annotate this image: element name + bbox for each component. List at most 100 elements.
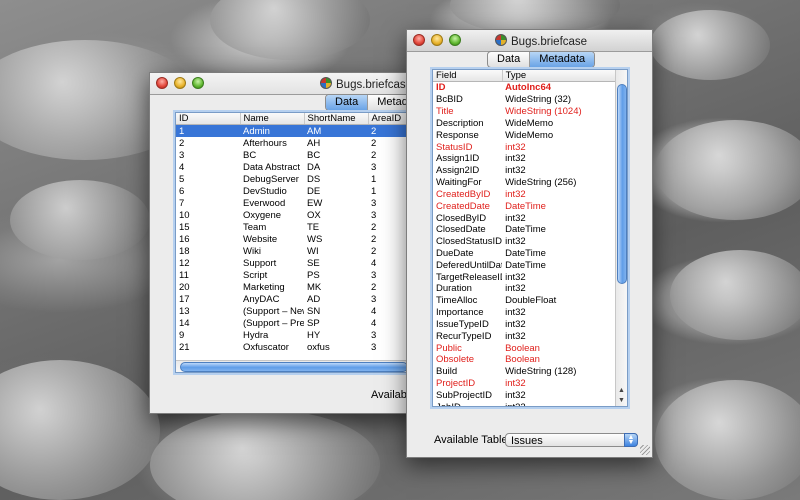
field-row[interactable]: ClosedByID int32 — [433, 212, 627, 224]
field-row[interactable]: Public Boolean — [433, 342, 627, 354]
window-title-text: Bugs.briefcase — [511, 36, 588, 48]
table-row[interactable]: 14(Support – Pre…SP4 — [176, 317, 416, 329]
table-row[interactable]: 3 BC BC 2 — [176, 149, 416, 161]
cell-name: DebugServer — [243, 173, 299, 185]
chevron-updown-icon: ▲ ▼ — [624, 433, 638, 447]
vertical-scrollbar[interactable]: ▲ ▼ — [615, 70, 627, 406]
minimize-button[interactable] — [174, 77, 186, 89]
table-row[interactable]: 11 Script PS 3 — [176, 269, 416, 281]
segment-data[interactable]: Data — [326, 95, 369, 110]
table-row[interactable]: 17 AnyDAC AD 3 — [176, 293, 416, 305]
close-button[interactable] — [156, 77, 168, 89]
column-header-shortname[interactable]: ShortName — [304, 113, 369, 125]
scroll-thumb[interactable] — [617, 84, 627, 284]
field-row[interactable]: SubProjectID int32 — [433, 390, 627, 402]
field-row[interactable]: JobIDint32 — [433, 401, 627, 406]
table-row[interactable]: 2 Afterhours AH 2 — [176, 137, 416, 149]
available-tables-label: Available Tables: — [434, 434, 517, 446]
field-row[interactable]: Build WideString (128) — [433, 366, 627, 378]
table-row[interactable]: 6 DevStudio DE 1 — [176, 185, 416, 197]
field-row[interactable]: ID AutoInc64 — [433, 82, 627, 94]
field-row[interactable]: RecurTypeID int32 — [433, 330, 627, 342]
zoom-button[interactable] — [192, 77, 204, 89]
cell-name: Website — [243, 233, 278, 245]
available-tables-popup[interactable]: Issues ▲ ▼ — [505, 433, 638, 447]
minimize-button[interactable] — [431, 34, 443, 46]
cell-type: WideMemo — [505, 117, 554, 129]
cell-name: Data Abstract — [243, 161, 301, 173]
field-row[interactable]: CreatedByID int32 — [433, 188, 627, 200]
segment-data[interactable]: Data — [488, 52, 531, 67]
data-table: ID Name ShortName AreaID 1 Admin AM 2 2 After… — [175, 112, 417, 373]
field-row[interactable]: Obsolete Boolean — [433, 354, 627, 366]
data-window-titlebar[interactable]: Bugs.briefcase — [150, 73, 420, 95]
table-row[interactable]: 21 Oxfuscator oxfus 3 — [176, 341, 416, 353]
field-row[interactable]: Importance int32 — [433, 307, 627, 319]
scroll-down-arrow-icon[interactable]: ▼ — [616, 396, 627, 406]
cell-field: IssueTypeID — [436, 318, 489, 330]
horizontal-scrollbar[interactable] — [176, 360, 416, 372]
table-row[interactable]: 12 Support SE 4 — [176, 257, 416, 269]
field-row[interactable]: TargetReleaseID int32 — [433, 271, 627, 283]
scroll-thumb[interactable] — [180, 362, 408, 372]
field-row[interactable]: DeferedUntilDate DateTime — [433, 259, 627, 271]
field-row[interactable]: StatusID int32 — [433, 141, 627, 153]
cell-id: 21 — [179, 341, 190, 353]
table-row[interactable]: 20 Marketing MK 2 — [176, 281, 416, 293]
column-header-type[interactable]: Type — [502, 70, 627, 82]
cell-short: OX — [307, 209, 321, 221]
cell-short: DE — [307, 185, 321, 197]
cell-type: int32 — [502, 401, 626, 406]
zoom-button[interactable] — [449, 34, 461, 46]
cell-type: WideString (1024) — [505, 106, 582, 118]
cell-type: WideString (32) — [505, 94, 572, 106]
table-row[interactable]: 16 Website WS 2 — [176, 233, 416, 245]
scroll-up-arrow-icon[interactable]: ▲ — [616, 386, 627, 396]
cell-field: BcBID — [436, 94, 463, 106]
segment-metadata[interactable]: Metadata — [530, 52, 595, 67]
table-row[interactable]: 18 Wiki WI 2 — [176, 245, 416, 257]
table-row[interactable]: 15 Team TE 2 — [176, 221, 416, 233]
table-row[interactable]: 7 Everwood EW 3 — [176, 197, 416, 209]
field-row[interactable]: Assign1ID int32 — [433, 153, 627, 165]
table-row[interactable]: 5 DebugServer DS 1 — [176, 173, 416, 185]
cell-short: PS — [307, 269, 320, 281]
table-row[interactable]: 1 Admin AM 2 — [176, 124, 416, 137]
cell-name: BC — [243, 149, 257, 161]
metadata-window-titlebar[interactable]: Bugs.briefcase — [407, 30, 652, 52]
cell-short: DA — [307, 161, 321, 173]
cell-type: int32 — [505, 165, 526, 177]
field-row[interactable]: Duration int32 — [433, 283, 627, 295]
field-row[interactable]: Assign2ID int32 — [433, 165, 627, 177]
field-row[interactable]: DueDate DateTime — [433, 248, 627, 260]
cell-field: Assign2ID — [436, 165, 480, 177]
briefcase-icon — [320, 77, 332, 89]
cell-field: TargetReleaseID — [436, 271, 503, 283]
field-row[interactable]: ProjectID int32 — [433, 378, 627, 390]
field-row[interactable]: BcBID WideString (32) — [433, 94, 627, 106]
column-header-id[interactable]: ID — [176, 113, 241, 125]
table-row[interactable]: 13(Support – New…SN4 — [176, 305, 416, 317]
window-title: Bugs.briefcase — [320, 77, 420, 91]
cell-short: AM — [304, 124, 368, 137]
resize-grip-icon[interactable] — [640, 445, 650, 455]
table-row[interactable]: 9 Hydra HY 3 — [176, 329, 416, 341]
field-row[interactable]: Title WideString (1024) — [433, 106, 627, 118]
field-row[interactable]: Description WideMemo — [433, 117, 627, 129]
field-row[interactable]: CreatedDate DateTime — [433, 200, 627, 212]
table-row[interactable]: 4 Data Abstract DA 3 — [176, 161, 416, 173]
field-row[interactable]: Response WideMemo — [433, 129, 627, 141]
field-row[interactable]: ClosedStatusID int32 — [433, 236, 627, 248]
field-row[interactable]: IssueTypeID int32 — [433, 319, 627, 331]
field-row[interactable]: WaitingFor WideString (256) — [433, 177, 627, 189]
cell-short: WS — [307, 233, 323, 245]
cell-id: 2 — [179, 137, 185, 149]
wallpaper-rock — [210, 0, 370, 60]
field-row[interactable]: TimeAlloc DoubleFloat — [433, 295, 627, 307]
column-header-name[interactable]: Name — [240, 113, 305, 125]
cell-name: Afterhours — [243, 137, 287, 149]
close-button[interactable] — [413, 34, 425, 46]
column-header-field[interactable]: Field — [433, 70, 503, 82]
field-row[interactable]: ClosedDate DateTime — [433, 224, 627, 236]
table-row[interactable]: 10 Oxygene OX 3 — [176, 209, 416, 221]
